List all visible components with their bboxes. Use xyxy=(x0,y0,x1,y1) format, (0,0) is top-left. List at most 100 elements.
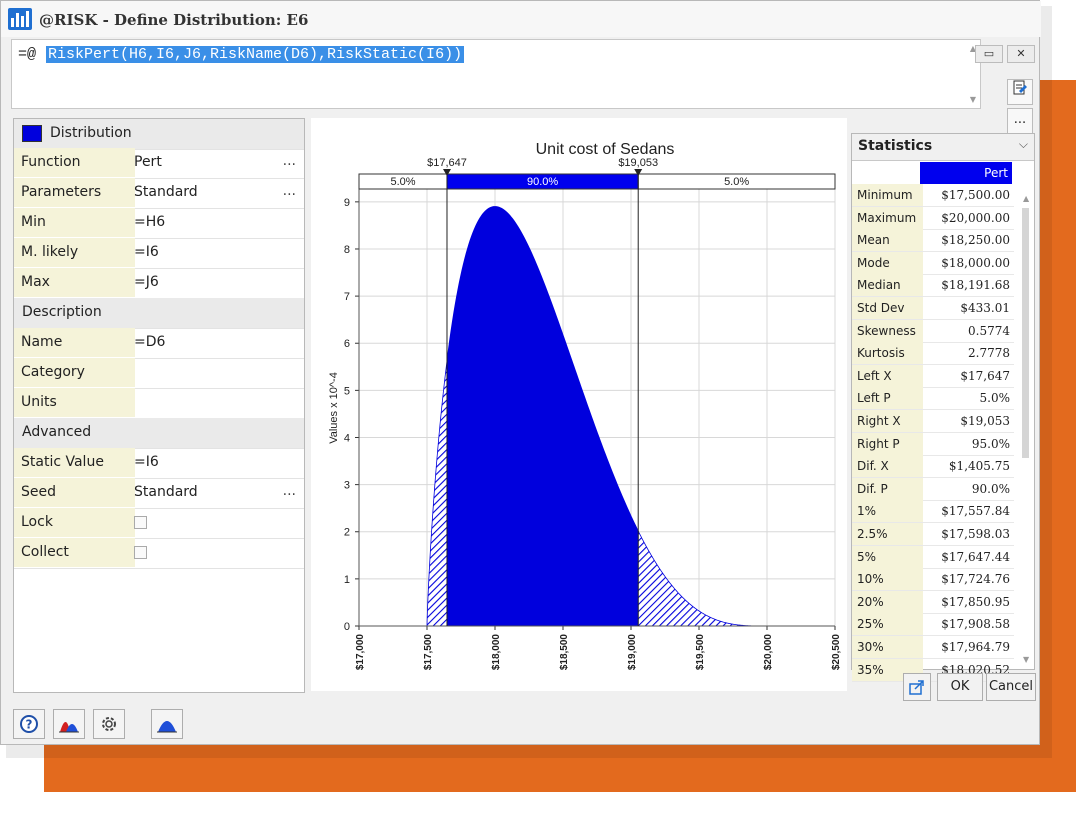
property-value[interactable]: =I6 xyxy=(134,448,159,477)
distribution-gallery-button[interactable] xyxy=(53,709,85,739)
property-row-parameters[interactable]: Parameters Standard ... xyxy=(14,178,304,209)
y-tick-label: 8 xyxy=(344,244,350,256)
property-row-function[interactable]: Function Pert ... xyxy=(14,148,304,179)
stat-value: $1,405.75 xyxy=(948,459,1010,474)
distribution-color-swatch[interactable] xyxy=(22,125,42,142)
chart-type-button[interactable] xyxy=(151,709,183,739)
property-value[interactable]: =D6 xyxy=(134,328,165,357)
band-middle-label: 90.0% xyxy=(527,176,558,188)
stat-label: Mode xyxy=(852,251,923,274)
title-bar: @RISK - Define Distribution: E6 xyxy=(1,1,1041,37)
stat-label: 30% xyxy=(852,636,923,658)
scrollbar-thumb[interactable] xyxy=(1022,208,1029,458)
edit-formula-button[interactable] xyxy=(1007,79,1033,105)
property-row-category[interactable]: Category xyxy=(14,358,304,389)
stat-label: 20% xyxy=(852,590,923,613)
stat-value: $20,000.00 xyxy=(941,210,1010,225)
stat-value: 5.0% xyxy=(979,391,1011,406)
stat-value: 95.0% xyxy=(971,436,1010,451)
property-row-name[interactable]: Name =D6 xyxy=(14,328,304,359)
stat-value: $17,557.84 xyxy=(941,504,1010,519)
property-row-min[interactable]: Min =H6 xyxy=(14,208,304,239)
collect-checkbox[interactable] xyxy=(134,546,147,559)
formula-editor[interactable]: =@ RiskPert(H6,I6,J6,RiskName(D6),RiskSt… xyxy=(11,39,981,109)
y-tick-label: 4 xyxy=(344,432,350,444)
chart-title: Unit cost of Sedans xyxy=(536,141,675,158)
distribution-chart-panel: Unit cost of Sedans Values x 10^-4 $17,0… xyxy=(311,118,847,691)
stat-label: Maximum xyxy=(852,206,923,229)
x-tick-label: $19,000 xyxy=(627,634,638,671)
property-row-lock[interactable]: Lock xyxy=(14,508,304,539)
stat-value: 90.0% xyxy=(971,481,1010,496)
restore-button[interactable]: ▭ xyxy=(975,45,1003,63)
seed-ellipsis-button[interactable]: ... xyxy=(283,478,296,507)
close-button[interactable]: ✕ xyxy=(1007,45,1035,63)
advanced-section-header: Advanced xyxy=(14,418,304,449)
y-tick-label: 9 xyxy=(344,197,350,209)
property-label: Units xyxy=(14,388,135,417)
stat-value: $17,964.79 xyxy=(941,640,1010,654)
property-row-seed[interactable]: Seed Standard ... xyxy=(14,478,304,509)
stat-row: 1% $17,557.84 xyxy=(852,500,1014,524)
property-value[interactable]: Standard xyxy=(134,478,198,507)
help-button[interactable]: ? xyxy=(13,709,45,739)
statistics-scrollbar[interactable]: ▲ ▼ xyxy=(1021,194,1031,664)
stat-value: $19,053 xyxy=(960,414,1010,428)
formula-selection[interactable]: RiskPert(H6,I6,J6,RiskName(D6),RiskStati… xyxy=(46,46,465,63)
stat-value: $17,724.76 xyxy=(941,572,1010,587)
property-label: Collect xyxy=(14,538,135,567)
scroll-up-icon[interactable]: ▲ xyxy=(1023,194,1029,203)
stat-row: Maximum $20,000.00 xyxy=(852,206,1014,230)
stat-label: Skewness xyxy=(852,319,923,342)
scroll-down-icon[interactable]: ▼ xyxy=(970,95,976,104)
property-row-collect[interactable]: Collect xyxy=(14,538,304,569)
settings-button[interactable] xyxy=(93,709,125,739)
stat-row: 30% $17,964.79 xyxy=(852,636,1014,659)
property-label: Min xyxy=(14,208,135,237)
stat-value: 0.5774 xyxy=(968,323,1010,338)
property-label: Function xyxy=(14,148,135,177)
export-button[interactable] xyxy=(903,673,931,701)
ok-button[interactable]: OK xyxy=(937,673,983,701)
statistics-title: Statistics xyxy=(858,138,933,154)
property-row-max[interactable]: Max =J6 xyxy=(14,268,304,299)
property-row-mlikely[interactable]: M. likely =I6 xyxy=(14,238,304,269)
stat-row: Mode $18,000.00 xyxy=(852,251,1014,275)
property-label: Category xyxy=(14,358,135,387)
stat-row: Skewness 0.5774 xyxy=(852,319,1014,343)
property-value[interactable]: =J6 xyxy=(134,268,159,297)
function-ellipsis-button[interactable]: ... xyxy=(283,148,296,177)
stat-label: Mean xyxy=(852,229,923,252)
property-value[interactable]: =I6 xyxy=(134,238,159,267)
y-tick-label: 5 xyxy=(344,385,350,397)
stat-row: Mean $18,250.00 xyxy=(852,229,1014,253)
stat-value: $17,500.00 xyxy=(941,188,1010,202)
more-options-button[interactable]: ... xyxy=(1007,108,1033,134)
statistics-header[interactable]: Statistics ⌵ xyxy=(852,134,1034,161)
lock-checkbox[interactable] xyxy=(134,516,147,529)
scroll-down-icon[interactable]: ▼ xyxy=(1023,655,1029,664)
svg-text:?: ? xyxy=(26,718,33,732)
stat-label: Dif. X xyxy=(852,455,923,478)
property-label: Lock xyxy=(14,508,135,537)
y-tick-label: 1 xyxy=(344,574,350,586)
distribution-chart[interactable]: Unit cost of Sedans Values x 10^-4 $17,0… xyxy=(311,118,847,691)
stat-row: 2.5% $17,598.03 xyxy=(852,523,1014,546)
distribution-shape-icon xyxy=(59,722,79,733)
property-value[interactable]: =H6 xyxy=(134,208,165,237)
property-row-static-value[interactable]: Static Value =I6 xyxy=(14,448,304,479)
stat-row: 10% $17,724.76 xyxy=(852,568,1014,592)
stat-label: Dif. P xyxy=(852,477,923,500)
chevron-down-icon[interactable]: ⌵ xyxy=(1019,137,1028,152)
x-tick-label: $20,000 xyxy=(763,634,774,671)
risk-app-icon xyxy=(8,8,32,30)
stat-label: 25% xyxy=(852,613,923,636)
property-value[interactable]: Standard xyxy=(134,178,198,207)
band-right-label: 5.0% xyxy=(724,176,749,188)
property-value[interactable]: Pert xyxy=(134,148,162,177)
property-row-units[interactable]: Units xyxy=(14,388,304,419)
parameters-ellipsis-button[interactable]: ... xyxy=(283,178,296,207)
cancel-button[interactable]: Cancel xyxy=(986,673,1036,701)
y-tick-label: 6 xyxy=(344,338,350,350)
stat-label: Minimum xyxy=(852,184,923,206)
